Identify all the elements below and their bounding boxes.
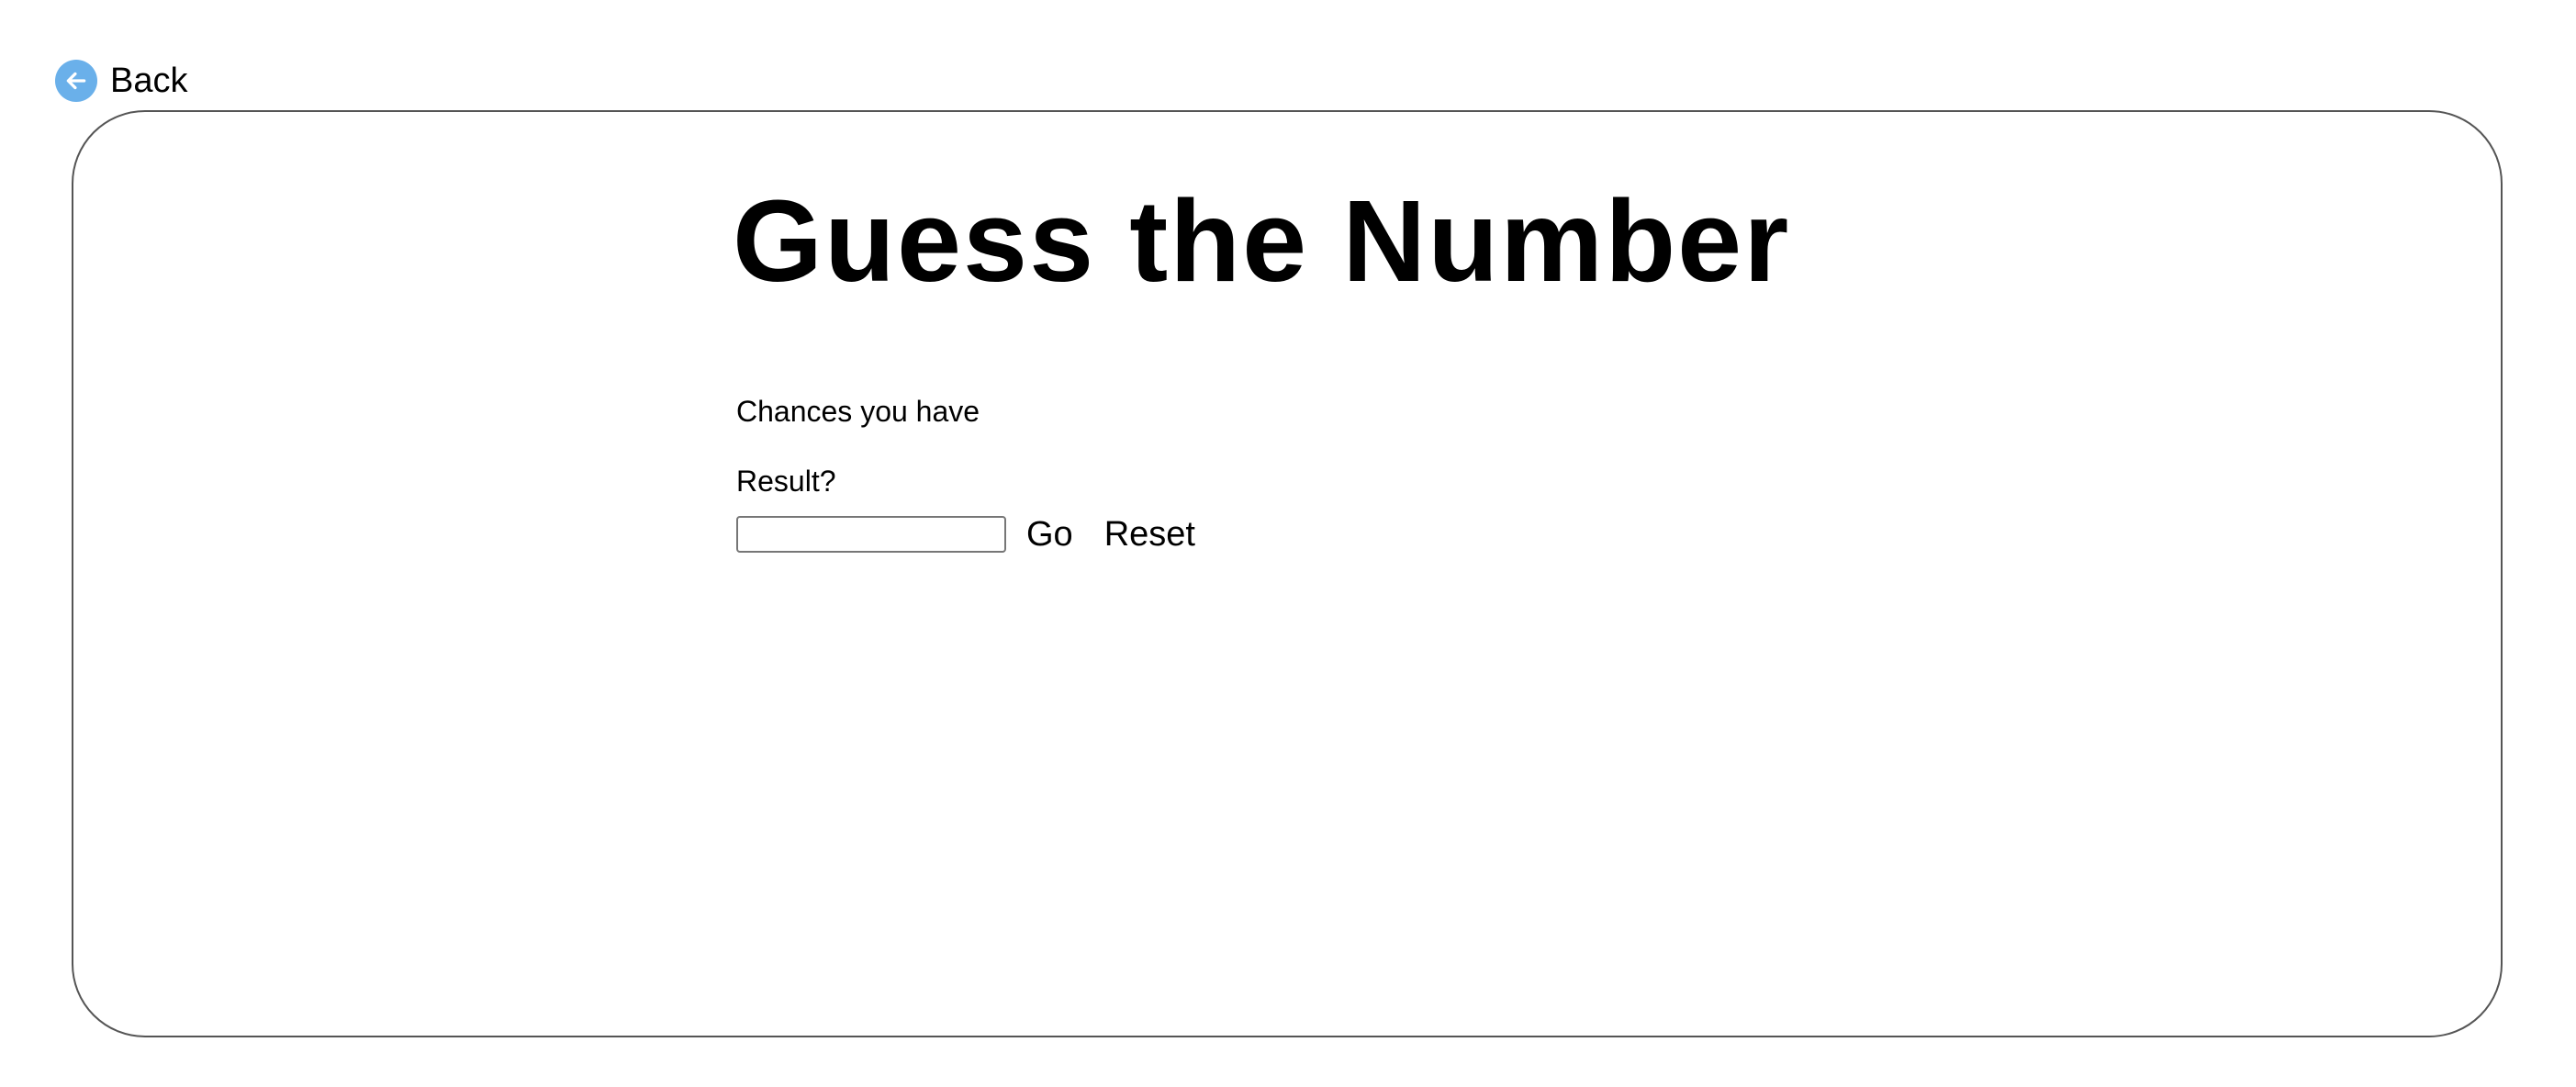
reset-button[interactable]: Reset — [1104, 514, 1195, 555]
go-button[interactable]: Go — [1026, 514, 1073, 555]
back-label[interactable]: Back — [110, 59, 187, 103]
page-title: Guess the Number — [733, 176, 1791, 306]
arrow-left-glyph — [66, 72, 86, 90]
guess-controls: Go Reset — [736, 514, 1195, 555]
chances-text: Chances you have — [736, 395, 980, 428]
guess-input[interactable] — [736, 516, 1006, 553]
result-text: Result? — [736, 465, 836, 498]
back-link[interactable]: Back — [55, 59, 187, 103]
arrow-left-icon[interactable] — [55, 60, 97, 102]
